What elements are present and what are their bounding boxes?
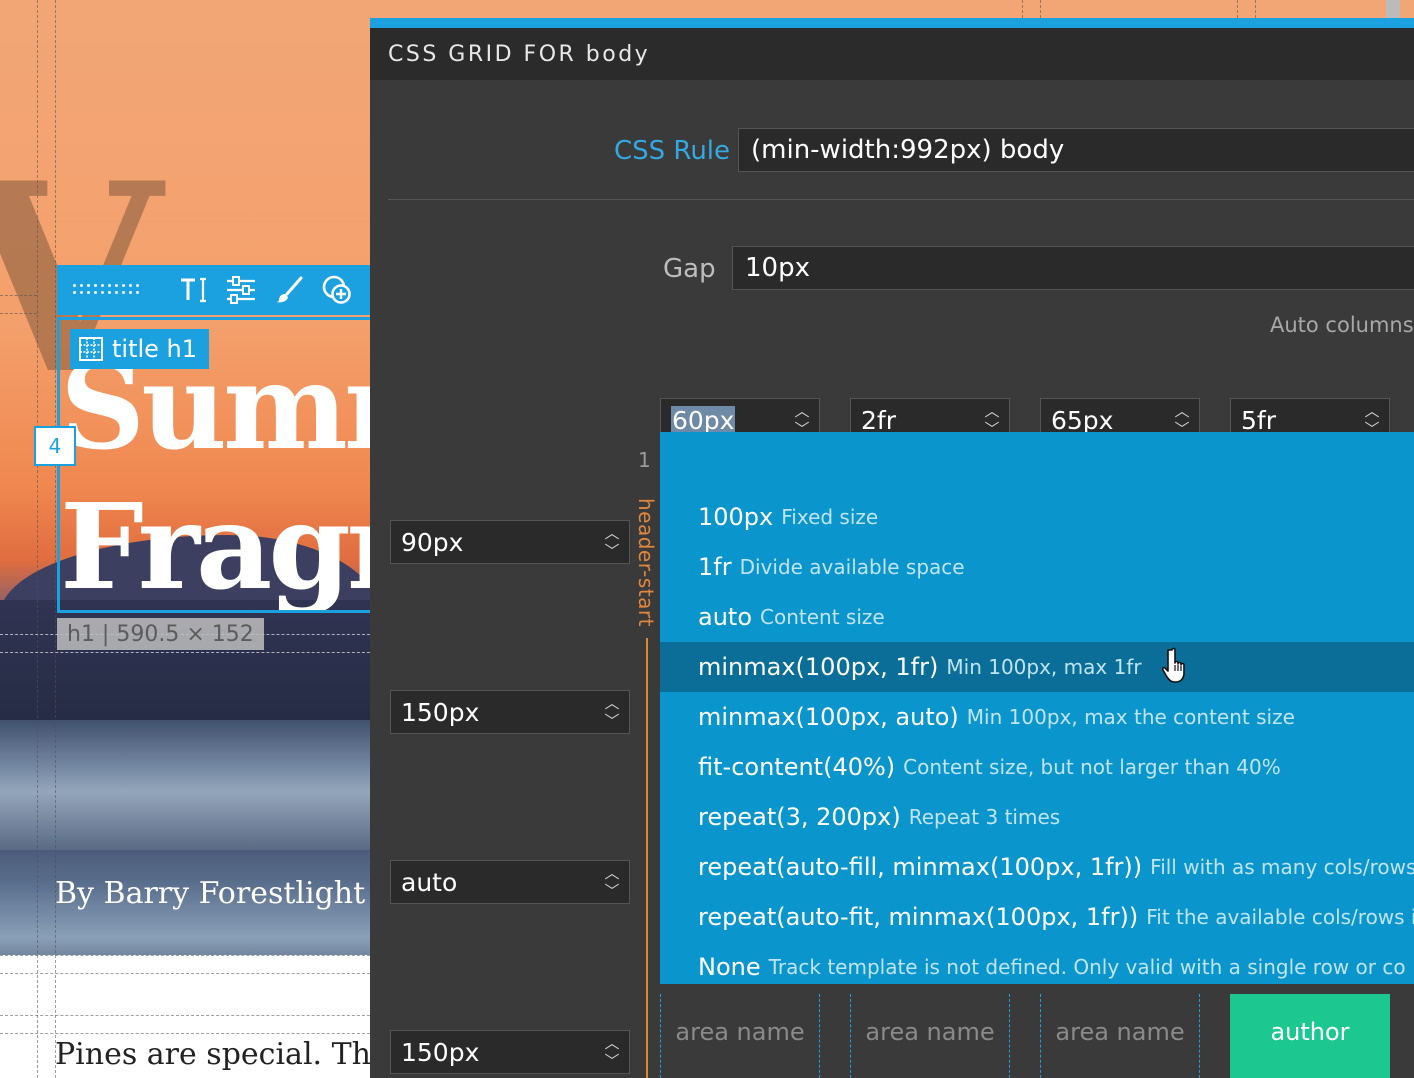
grid-icon (79, 337, 103, 361)
drag-grip-icon[interactable] (71, 282, 141, 298)
grid-guide (0, 955, 380, 956)
option-value: minmax(100px, auto) (698, 703, 959, 731)
option-description: Content size (760, 605, 885, 629)
stepper-arrows-icon[interactable]: ︿ ﹀ (601, 864, 623, 900)
grid-area-cell[interactable]: area name (850, 994, 1010, 1078)
grid-guide (1022, 0, 1023, 18)
dropdown-option[interactable]: minmax(100px, auto) Min 100px, max the co… (660, 692, 1414, 742)
option-description: Repeat 3 times (908, 805, 1061, 829)
hand-cursor-icon (1162, 647, 1185, 683)
grid-guide (37, 0, 38, 1078)
body-paragraph: Pines are special. They (55, 1037, 406, 1072)
grid-guide (0, 313, 37, 314)
grid-guide (1255, 0, 1256, 18)
lake (0, 720, 380, 850)
grid-guide (55, 0, 56, 1078)
row-line-marker (646, 638, 648, 1078)
column-size-value: 5fr (1241, 405, 1276, 435)
dropdown-option[interactable]: auto Content size (660, 592, 1414, 642)
grid-guide (0, 295, 37, 296)
column-size-value: 2fr (861, 405, 896, 435)
dropdown-option[interactable]: repeat(auto-fill, minmax(100px, 1fr)) Fil… (660, 842, 1414, 892)
css-rule-label[interactable]: CSS Rule (614, 136, 730, 166)
grid-guide (0, 1033, 380, 1034)
row-size-value: 150px (401, 697, 480, 727)
element-size-label: h1 | 590.5 × 152 (57, 618, 264, 650)
option-description: Content size, but not larger than 40% (903, 755, 1281, 779)
option-description: Fixed size (781, 505, 879, 529)
track-size-dropdown: 100px Fixed size 1fr Divide available spac… (660, 432, 1414, 984)
dropdown-option[interactable]: None Track template is not defined. Only … (660, 942, 1414, 984)
sliders-icon[interactable] (225, 274, 257, 306)
row-size-stepper[interactable]: 150px ︿ ﹀ (390, 690, 630, 734)
option-value: minmax(100px, 1fr) (698, 653, 939, 681)
row-size-value: 90px (401, 527, 464, 557)
divider (388, 199, 1414, 200)
option-description: Track template is not defined. Only vali… (768, 955, 1406, 979)
option-description: Fill with as many cols/rows (1150, 855, 1414, 879)
row-line-index: 1 (638, 448, 651, 472)
dropdown-option[interactable]: fit-content(40%) Content size, but not la… (660, 742, 1414, 792)
grid-guide (1237, 0, 1238, 18)
grid-area-cell[interactable]: area name (1040, 994, 1200, 1078)
row-size-value: auto (401, 867, 458, 897)
scrollbar-thumb[interactable] (1386, 0, 1400, 18)
dropdown-option-hovered[interactable]: minmax(100px, 1fr) Min 100px, max 1fr (660, 642, 1414, 692)
dropdown-option[interactable]: 100px Fixed size (660, 492, 1414, 542)
byline-text: By Barry Forestlight (55, 876, 366, 911)
option-value: auto (698, 603, 753, 631)
row-size-value: 150px (401, 1037, 480, 1067)
stepper-arrows-icon[interactable]: ︿ ﹀ (601, 694, 623, 730)
option-description: Fit the available cols/rows i (1146, 905, 1414, 929)
row-size-stepper[interactable]: 150px ︿ ﹀ (390, 1030, 630, 1074)
brush-icon[interactable] (273, 274, 305, 306)
column-number-badge: 4 (34, 426, 76, 466)
option-description: Divide available space (739, 555, 965, 579)
column-size-value: 60px (671, 405, 736, 435)
dropdown-option[interactable]: 1fr Divide available space (660, 542, 1414, 592)
stepper-arrows-icon[interactable]: ︿ ﹀ (601, 1034, 623, 1070)
element-badge-label: title h1 (112, 335, 198, 363)
css-rule-input[interactable]: (min-width:992px) body (738, 128, 1414, 172)
element-badge[interactable]: title h1 (70, 329, 210, 369)
option-value: repeat(auto-fit, minmax(100px, 1fr)) (698, 903, 1139, 931)
auto-columns-label[interactable]: Auto columns (1270, 313, 1414, 337)
gap-label: Gap (663, 254, 716, 284)
option-value: 100px (698, 503, 774, 531)
row-size-stepper[interactable]: auto ︿ ﹀ (390, 860, 630, 904)
title-line-2: Fragr (60, 477, 387, 613)
column-size-value: 65px (1051, 405, 1114, 435)
option-value: repeat(3, 200px) (698, 803, 901, 831)
row-size-stepper[interactable]: 90px ︿ ﹀ (390, 520, 630, 564)
dropdown-option[interactable]: repeat(auto-fit, minmax(100px, 1fr)) Fit … (660, 892, 1414, 942)
css-grid-panel: CSS GRID FOR body CSS Rule (min-width:99… (370, 18, 1414, 1078)
option-value: None (698, 953, 761, 981)
add-circle-icon[interactable] (321, 274, 353, 306)
grid-guide (0, 973, 380, 974)
panel-title: CSS GRID FOR body (370, 28, 1414, 80)
option-description: Min 100px, max the content size (966, 705, 1295, 729)
stepper-arrows-icon[interactable]: ︿ ﹀ (601, 524, 623, 560)
row-line-name: header-start (634, 498, 658, 627)
option-value: fit-content(40%) (698, 753, 896, 781)
grid-area-cell[interactable]: area name (660, 994, 820, 1078)
option-description: Min 100px, max 1fr (946, 655, 1142, 679)
element-toolbar (57, 265, 387, 315)
grid-guide (0, 1015, 380, 1016)
text-tool-icon[interactable] (177, 274, 209, 306)
grid-guide (0, 652, 380, 653)
option-value: repeat(auto-fill, minmax(100px, 1fr)) (698, 853, 1143, 881)
grid-guide (1040, 0, 1041, 18)
grid-area-author[interactable]: author (1230, 994, 1390, 1078)
gap-input[interactable]: 10px (732, 246, 1414, 290)
dropdown-option[interactable]: repeat(3, 200px) Repeat 3 times (660, 792, 1414, 842)
option-value: 1fr (698, 553, 732, 581)
